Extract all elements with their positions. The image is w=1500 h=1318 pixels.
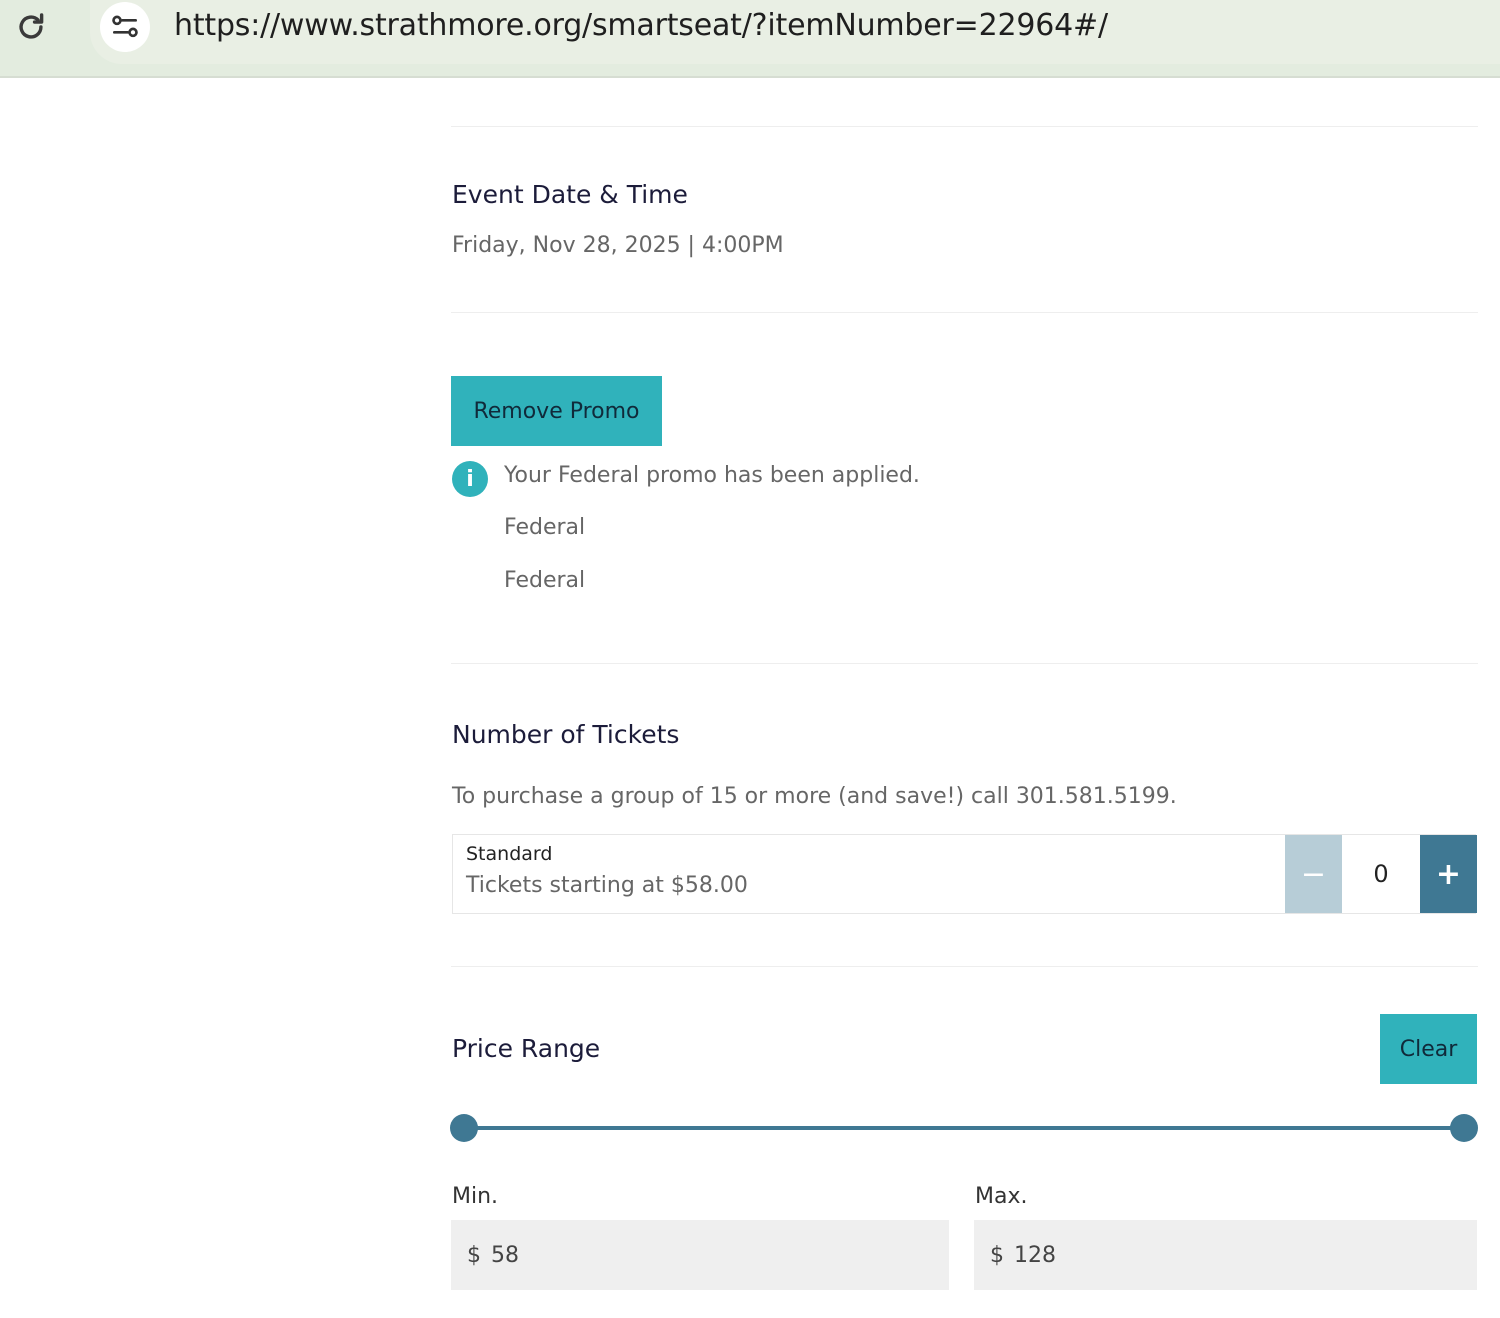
increase-quantity-button[interactable]: + bbox=[1420, 835, 1477, 913]
promo-code: Federal bbox=[504, 568, 586, 593]
clear-price-button[interactable]: Clear bbox=[1380, 1014, 1477, 1084]
group-purchase-note: To purchase a group of 15 or more (and s… bbox=[452, 784, 1177, 809]
event-date-heading: Event Date & Time bbox=[452, 180, 688, 209]
price-range-slider-track[interactable] bbox=[464, 1126, 1464, 1130]
remove-promo-button[interactable]: Remove Promo bbox=[451, 376, 662, 446]
currency-symbol: $ bbox=[467, 1242, 481, 1268]
promo-applied-message: Your Federal promo has been applied. bbox=[504, 463, 920, 488]
site-settings-icon[interactable] bbox=[100, 2, 150, 52]
min-price-value: 58 bbox=[491, 1242, 519, 1268]
min-price-label: Min. bbox=[452, 1184, 499, 1209]
url-text[interactable]: https://www.strathmore.org/smartseat/?it… bbox=[174, 8, 1108, 43]
browser-toolbar: https://www.strathmore.org/smartseat/?it… bbox=[0, 0, 1500, 78]
min-price-input[interactable]: $ 58 bbox=[451, 1220, 949, 1290]
ticket-type-name: Standard bbox=[466, 843, 553, 865]
address-bar[interactable]: https://www.strathmore.org/smartseat/?it… bbox=[90, 0, 1500, 64]
currency-symbol: $ bbox=[990, 1242, 1004, 1268]
divider bbox=[451, 312, 1478, 313]
ticket-row-standard: Standard Tickets starting at $58.00 − 0 … bbox=[452, 834, 1477, 914]
price-range-heading: Price Range bbox=[452, 1034, 601, 1063]
ticket-quantity[interactable]: 0 bbox=[1342, 835, 1420, 913]
max-price-input[interactable]: $ 128 bbox=[974, 1220, 1477, 1290]
price-max-slider-handle[interactable] bbox=[1450, 1114, 1478, 1142]
ticket-price-note: Tickets starting at $58.00 bbox=[466, 873, 748, 898]
divider bbox=[451, 126, 1478, 127]
info-icon: i bbox=[452, 461, 488, 497]
max-price-value: 128 bbox=[1014, 1242, 1056, 1268]
number-of-tickets-heading: Number of Tickets bbox=[452, 720, 680, 749]
divider bbox=[451, 663, 1478, 664]
divider bbox=[451, 966, 1478, 967]
max-price-label: Max. bbox=[975, 1184, 1028, 1209]
promo-code: Federal bbox=[504, 515, 586, 540]
price-min-slider-handle[interactable] bbox=[450, 1114, 478, 1142]
reload-icon[interactable] bbox=[10, 6, 52, 48]
event-datetime: Friday, Nov 28, 2025 | 4:00PM bbox=[452, 233, 784, 258]
decrease-quantity-button[interactable]: − bbox=[1285, 835, 1342, 913]
